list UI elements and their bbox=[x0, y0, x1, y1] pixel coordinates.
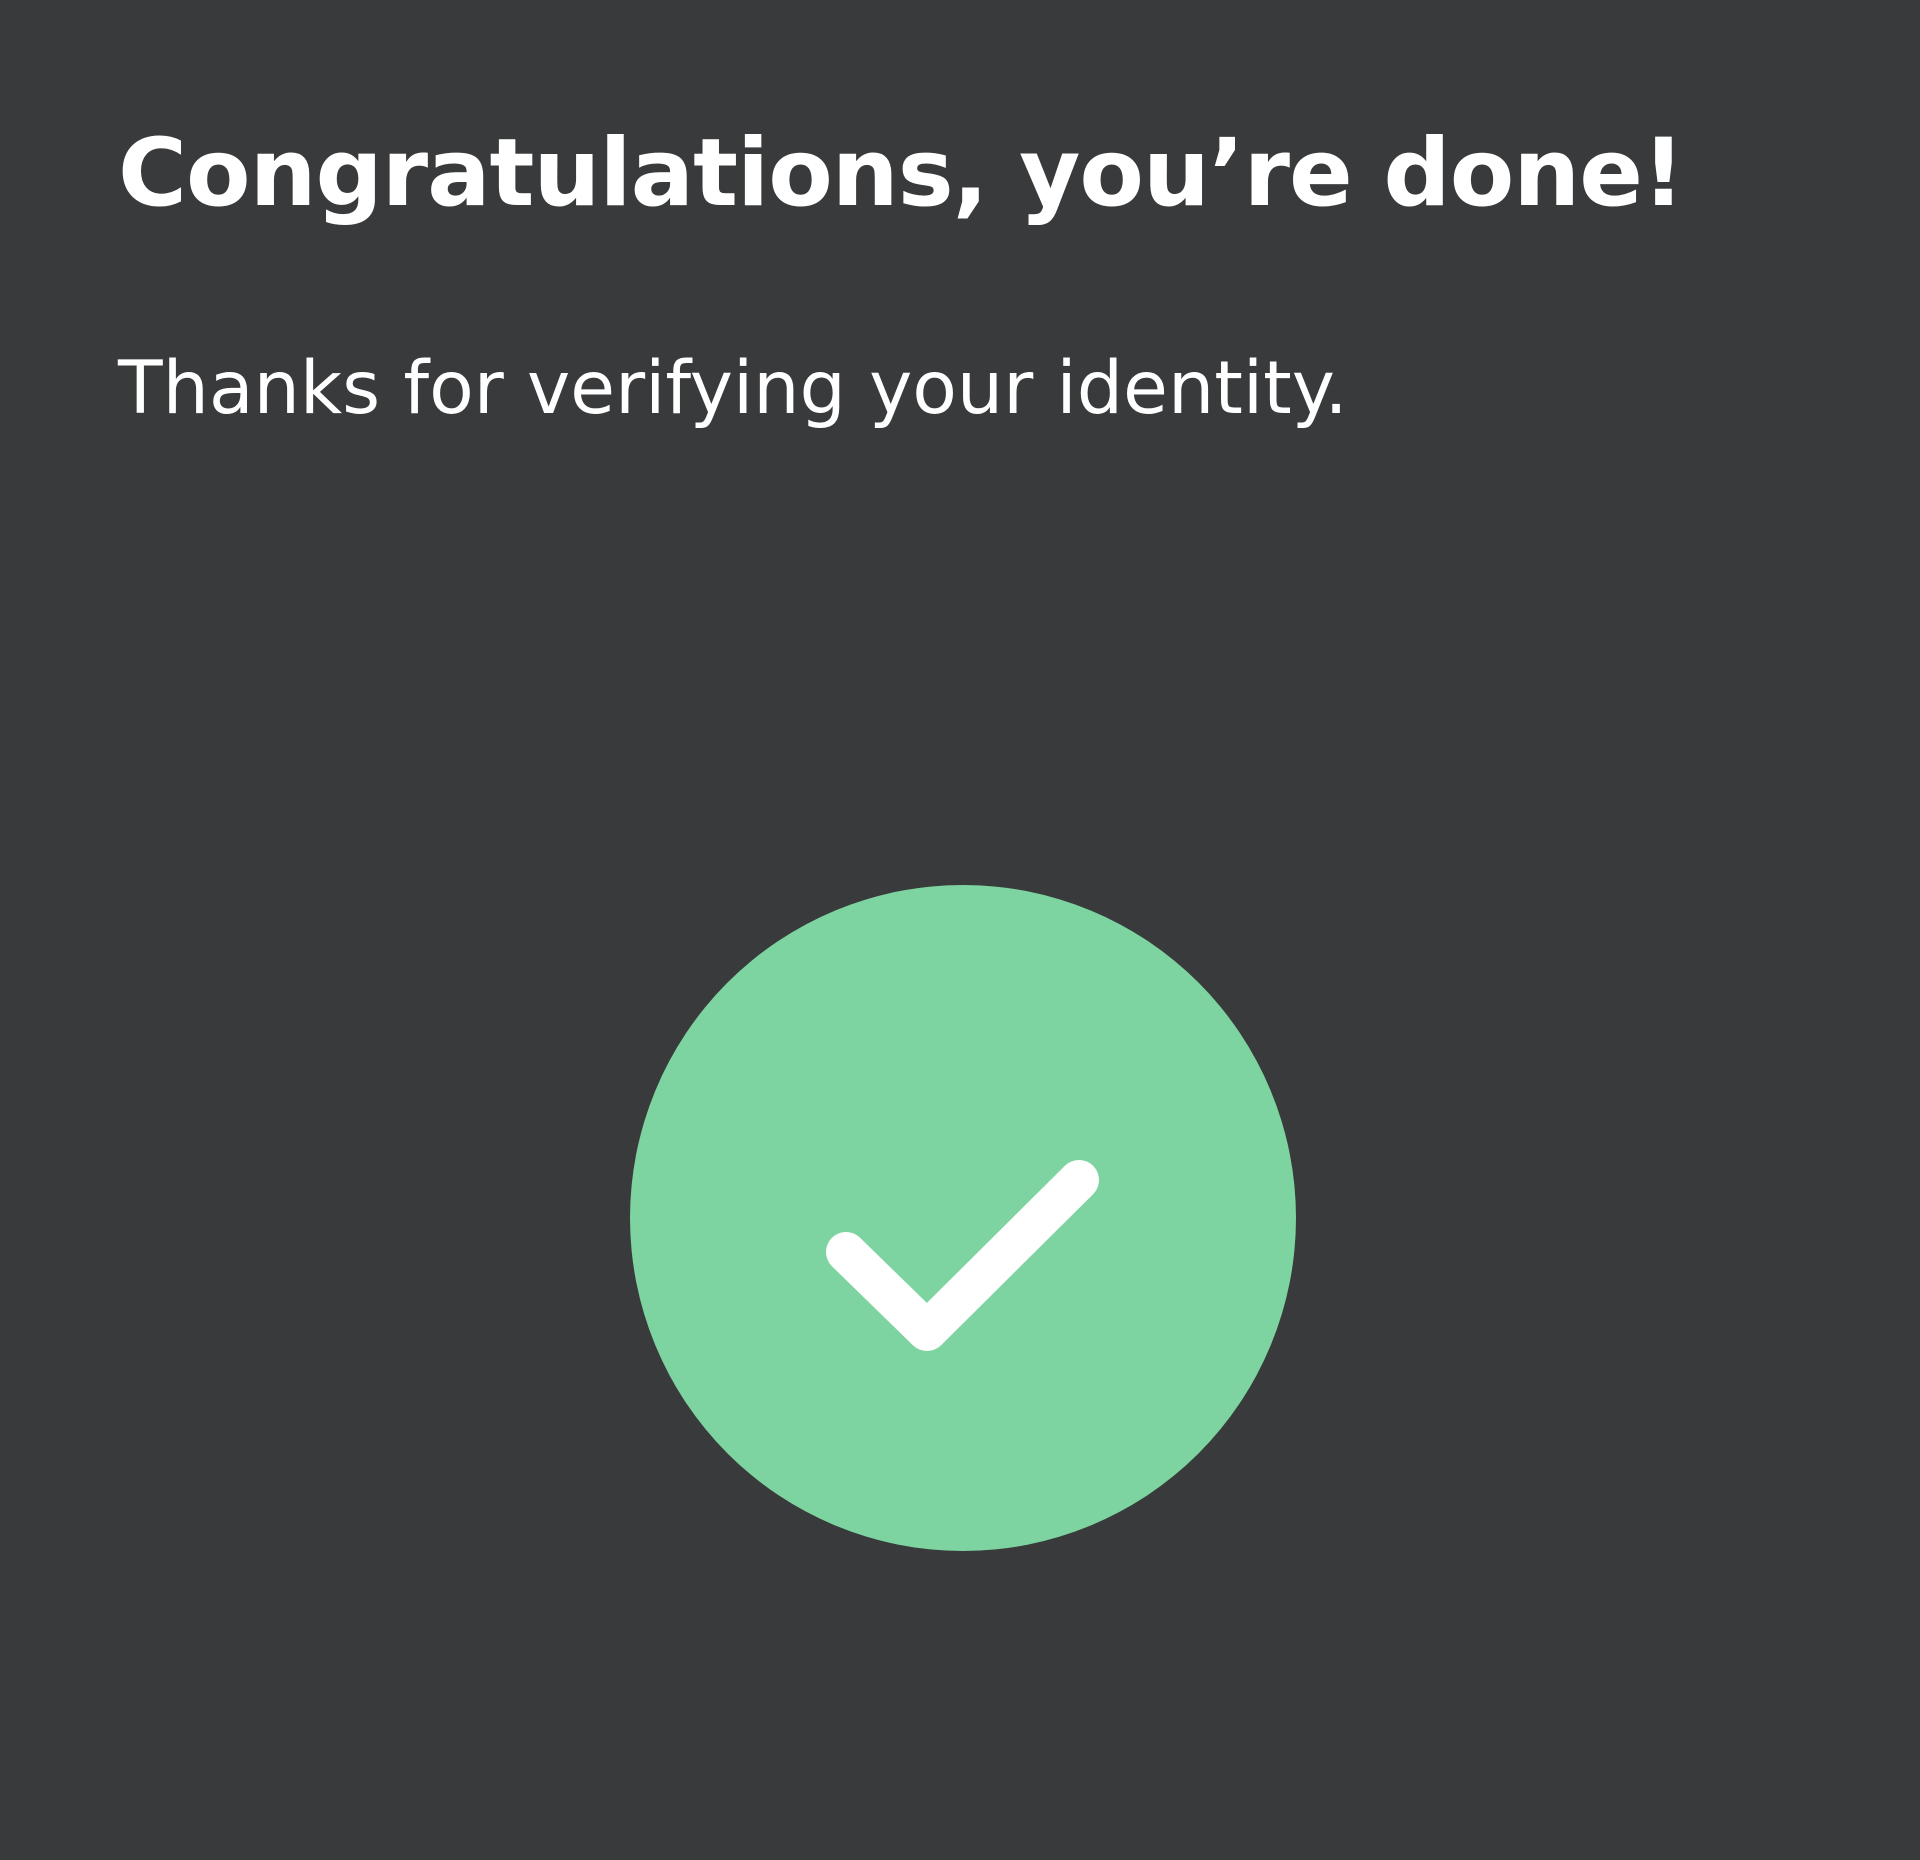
confirmation-message: Thanks for verifying your identity. bbox=[118, 346, 1348, 431]
verification-complete-screen: Congratulations, you’re done! Thanks for… bbox=[0, 0, 1920, 1860]
success-badge bbox=[630, 885, 1296, 1551]
check-icon bbox=[826, 1160, 1099, 1351]
page-title: Congratulations, you’re done! bbox=[118, 119, 1685, 228]
